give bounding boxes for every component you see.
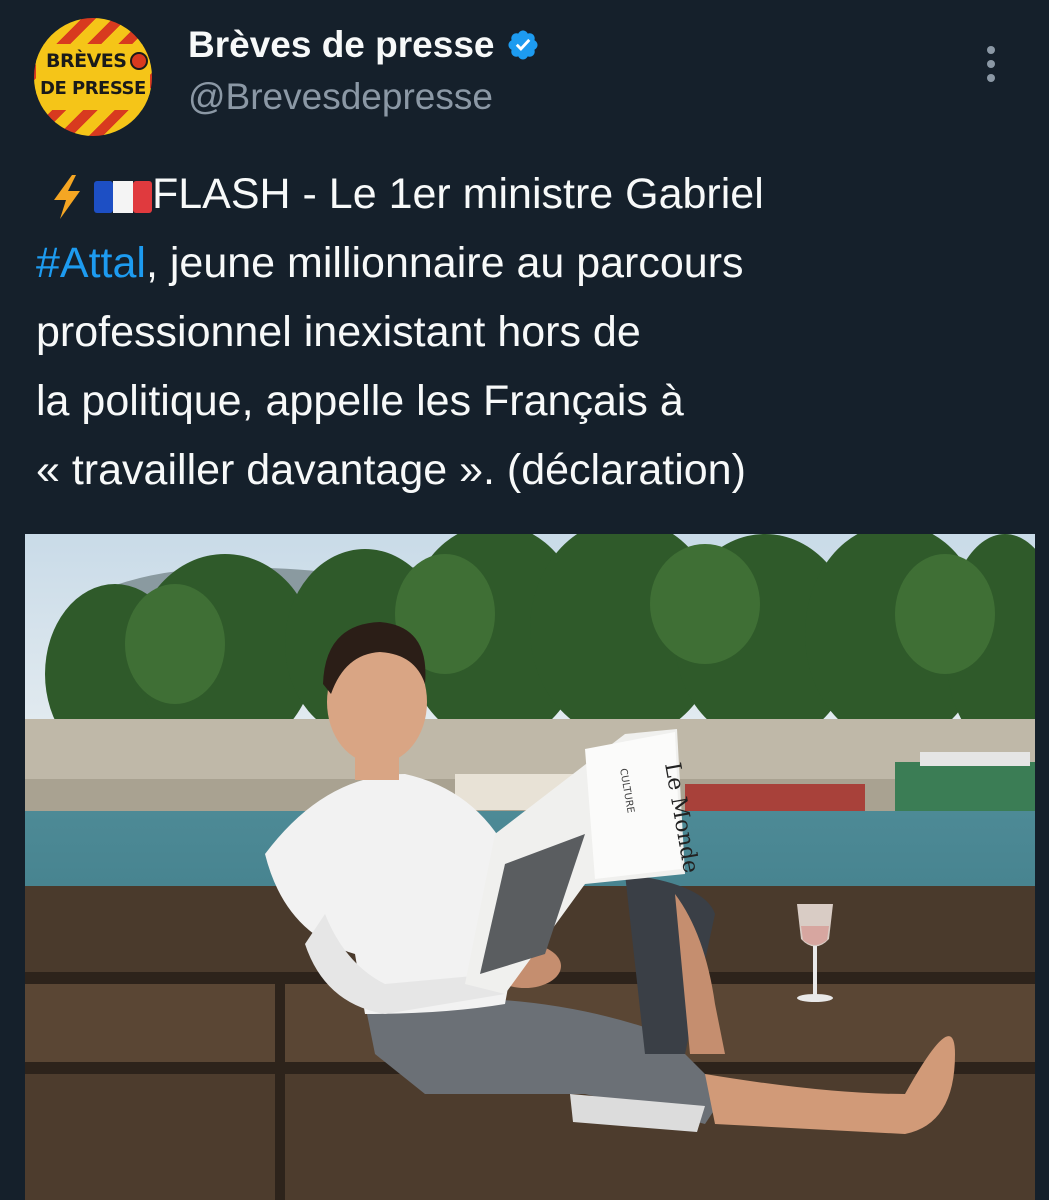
more-vertical-icon[interactable] xyxy=(976,44,1006,84)
verified-badge-icon xyxy=(508,30,539,60)
avatar-dot xyxy=(130,52,148,70)
tweet-line-2: #Attal, jeune millionnaire au parcours xyxy=(36,229,1026,298)
tweet-line-2-text: , jeune millionnaire au parcours xyxy=(145,239,744,287)
tweet: BRÈVES DE PRESSE Brèves de presse @Breve… xyxy=(0,0,1049,1200)
avatar-line2: DE PRESSE xyxy=(40,78,146,99)
tweet-line-1-text: FLASH - Le 1er ministre Gabriel xyxy=(152,170,764,218)
france-flag-icon xyxy=(94,180,152,213)
tweet-line-1: FLASH - Le 1er ministre Gabriel xyxy=(36,160,1026,229)
handle[interactable]: @Brevesdepresse xyxy=(188,76,493,118)
photo-illustration: Le Monde CULTURE xyxy=(25,534,1035,1200)
tweet-photo[interactable]: Le Monde CULTURE xyxy=(25,534,1035,1200)
hashtag-link[interactable]: #Attal xyxy=(36,239,146,287)
tweet-line-4: la politique, appelle les Français à xyxy=(36,377,684,425)
tweet-line-3: professionnel inexistant hors de xyxy=(36,308,641,356)
tweet-text: FLASH - Le 1er ministre Gabriel #Attal, … xyxy=(36,160,1026,505)
avatar[interactable]: BRÈVES DE PRESSE xyxy=(34,18,152,136)
author-name-row[interactable]: Brèves de presse xyxy=(188,22,540,68)
display-name[interactable]: Brèves de presse xyxy=(188,24,494,66)
lightning-emoji-icon xyxy=(54,174,80,219)
avatar-line1: BRÈVES xyxy=(46,50,127,72)
tweet-line-5: « travailler davantage ». (déclaration) xyxy=(36,446,746,494)
